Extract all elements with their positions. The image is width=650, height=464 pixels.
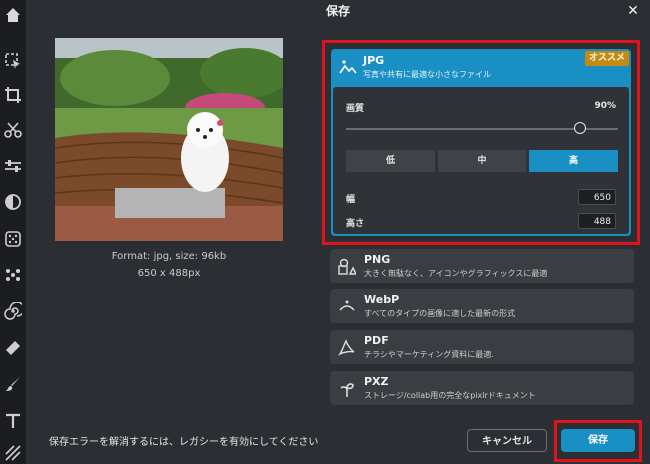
jpg-option[interactable]: JPG 写真や共有に最適な小さなファイル オススメ 画質 90% 低 中 高 幅… bbox=[331, 49, 631, 236]
recommended-badge: オススメ bbox=[584, 51, 629, 66]
eraser-icon[interactable] bbox=[2, 337, 24, 359]
quality-value: 90% bbox=[594, 101, 616, 111]
effects-icon[interactable] bbox=[2, 228, 24, 250]
pxz-title: PXZ bbox=[364, 375, 389, 388]
close-icon[interactable]: ✕ bbox=[624, 2, 642, 20]
text-icon[interactable] bbox=[2, 410, 24, 432]
pdf-subtitle: チラシやマーケティング資料に最適. bbox=[364, 350, 494, 359]
dialog-title: 保存 bbox=[325, 4, 350, 18]
pdf-option[interactable]: PDF チラシやマーケティング資料に最適. bbox=[330, 330, 634, 364]
quality-label: 画質 bbox=[346, 104, 365, 114]
brush-icon[interactable] bbox=[2, 373, 24, 395]
shapes-icon bbox=[338, 258, 358, 276]
pxz-icon bbox=[338, 380, 356, 398]
texture-icon[interactable] bbox=[2, 442, 24, 464]
jpg-settings: 画質 90% 低 中 高 幅 650 高さ 488 bbox=[333, 87, 629, 234]
pxz-option[interactable]: PXZ ストレージ/collab用の完全なpixlrドキュメント bbox=[330, 371, 634, 405]
save-highlight: 保存 bbox=[554, 420, 642, 462]
png-option[interactable]: PNG 大きく無駄なく、アイコンやグラフィックスに最適 bbox=[330, 249, 634, 283]
cut-icon[interactable] bbox=[2, 119, 24, 141]
jpg-highlight: JPG 写真や共有に最適な小さなファイル オススメ 画質 90% 低 中 高 幅… bbox=[322, 40, 640, 245]
crop-icon[interactable] bbox=[2, 84, 24, 106]
height-label: 高さ bbox=[346, 219, 365, 229]
adjust-icon[interactable] bbox=[2, 155, 24, 177]
save-dialog: 保存 ✕ Format: jpg, size: 96kb 650 x 488px bbox=[26, 0, 650, 464]
left-toolbar bbox=[0, 0, 26, 464]
legacy-message: 保存エラーを解消するには、レガシーを有効にしてください bbox=[49, 437, 319, 448]
png-title: PNG bbox=[364, 253, 391, 266]
filter-icon[interactable] bbox=[2, 191, 24, 213]
jpg-title: JPG bbox=[363, 54, 385, 67]
quality-level-low[interactable]: 低 bbox=[346, 150, 435, 172]
webp-icon bbox=[338, 298, 356, 316]
height-input[interactable]: 488 bbox=[578, 213, 616, 229]
home-icon[interactable] bbox=[2, 4, 24, 26]
preview-format-info: Format: jpg, size: 96kb bbox=[111, 251, 227, 262]
png-subtitle: 大きく無駄なく、アイコンやグラフィックスに最適 bbox=[364, 269, 548, 278]
webp-title: WebP bbox=[364, 293, 400, 306]
pxz-subtitle: ストレージ/collab用の完全なpixlrドキュメント bbox=[364, 391, 536, 400]
image-preview bbox=[55, 38, 283, 241]
quality-slider-handle[interactable] bbox=[574, 122, 586, 134]
save-button[interactable]: 保存 bbox=[561, 429, 635, 452]
width-label: 幅 bbox=[346, 195, 356, 205]
select-icon[interactable] bbox=[2, 50, 24, 72]
cancel-button[interactable]: キャンセル bbox=[467, 429, 547, 452]
preview-dimensions: 650 x 488px bbox=[137, 268, 201, 279]
quality-level-high[interactable]: 高 bbox=[529, 150, 618, 172]
pdf-icon bbox=[337, 339, 356, 357]
webp-subtitle: すべてのタイプの画像に適した最新の形式 bbox=[364, 309, 516, 318]
webp-option[interactable]: WebP すべてのタイプの画像に適した最新の形式 bbox=[330, 289, 634, 323]
quality-level-mid[interactable]: 中 bbox=[438, 150, 526, 172]
retouch-icon[interactable] bbox=[2, 264, 24, 286]
jpg-subtitle: 写真や共有に最適な小さなファイル bbox=[363, 70, 491, 79]
width-input[interactable]: 650 bbox=[578, 189, 616, 205]
spiral-icon[interactable] bbox=[2, 300, 24, 322]
image-mountain-icon bbox=[339, 58, 357, 76]
pdf-title: PDF bbox=[364, 334, 389, 347]
